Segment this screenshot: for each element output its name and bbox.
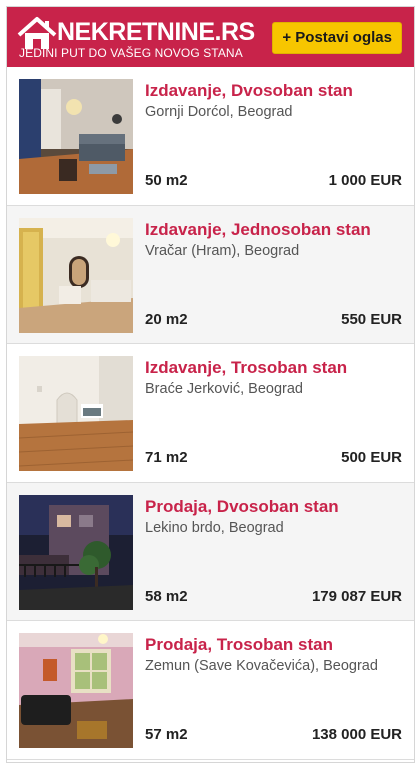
listing-area: 71 m2 (145, 449, 188, 467)
listing-item[interactable]: Izdavanje, Dvosoban stan Gornji Dorćol, … (7, 67, 414, 206)
listing-title[interactable]: Prodaja, Dvosoban stan (145, 497, 339, 517)
listing-title[interactable]: Izdavanje, Jednosoban stan (145, 220, 371, 240)
listing-area: 20 m2 (145, 310, 188, 328)
listing-item[interactable]: Izdavanje, Trosoban stan Braće Jerković,… (7, 344, 414, 483)
listing-title[interactable]: Izdavanje, Trosoban stan (145, 358, 347, 378)
listing-price: 550 EUR (341, 310, 402, 328)
listing-title[interactable]: Izdavanje, Dvosoban stan (145, 81, 353, 101)
site-logo[interactable]: NEKRETNINE.RS JEDINI PUT DO VAŠEG NOVOG … (17, 13, 257, 63)
listing-price: 500 EUR (341, 449, 402, 467)
listing-item[interactable]: Prodaja, Trosoban stan Zemun (Save Kovač… (7, 621, 414, 760)
exterior-night-photo-icon (19, 494, 133, 610)
tagline: JEDINI PUT DO VAŠEG NOVOG STANA (19, 46, 243, 60)
listing-price: 1 000 EUR (328, 172, 402, 189)
listing-image-empty-room[interactable] (19, 356, 133, 472)
listing-item[interactable]: Izdavanje, Jednosoban stan Vračar (Hram)… (7, 205, 414, 345)
listing-location: Zemun (Save Kovačevića), Beograd (145, 658, 378, 675)
listing-image-studio[interactable] (19, 217, 133, 333)
listings-widget: NEKRETNINE.RS JEDINI PUT DO VAŠEG NOVOG … (6, 6, 415, 763)
listing-area: 57 m2 (145, 726, 188, 744)
listing-image-exterior-night[interactable] (19, 494, 133, 610)
pink-room-photo-icon (19, 633, 133, 749)
listing-title[interactable]: Prodaja, Trosoban stan (145, 635, 333, 655)
studio-photo-icon (19, 217, 133, 333)
listing-area: 50 m2 (145, 172, 188, 189)
header: NEKRETNINE.RS JEDINI PUT DO VAŠEG NOVOG … (7, 7, 414, 67)
listing-location: Vračar (Hram), Beograd (145, 242, 300, 259)
post-ad-button[interactable]: + Postavi oglas (272, 22, 402, 54)
listing-location: Lekino brdo, Beograd (145, 519, 284, 536)
listing-item[interactable]: Prodaja, Dvosoban stan Lekino brdo, Beog… (7, 482, 414, 622)
living-room-photo-icon (19, 79, 133, 194)
listing-area: 58 m2 (145, 587, 188, 605)
listing-price: 138 000 EUR (311, 726, 402, 744)
empty-room-photo-icon (19, 356, 133, 472)
listing-image-living-room[interactable] (19, 79, 133, 194)
listing-location: Braće Jerković, Beograd (145, 381, 303, 398)
listing-price: 179 087 EUR (311, 587, 402, 605)
listing-image-pink-room[interactable] (19, 633, 133, 749)
listing-location: Gornji Dorćol, Beograd (145, 104, 293, 120)
listing-list: Izdavanje, Dvosoban stan Gornji Dorćol, … (7, 67, 414, 760)
logo-text: NEKRETNINE.RS (57, 18, 255, 46)
